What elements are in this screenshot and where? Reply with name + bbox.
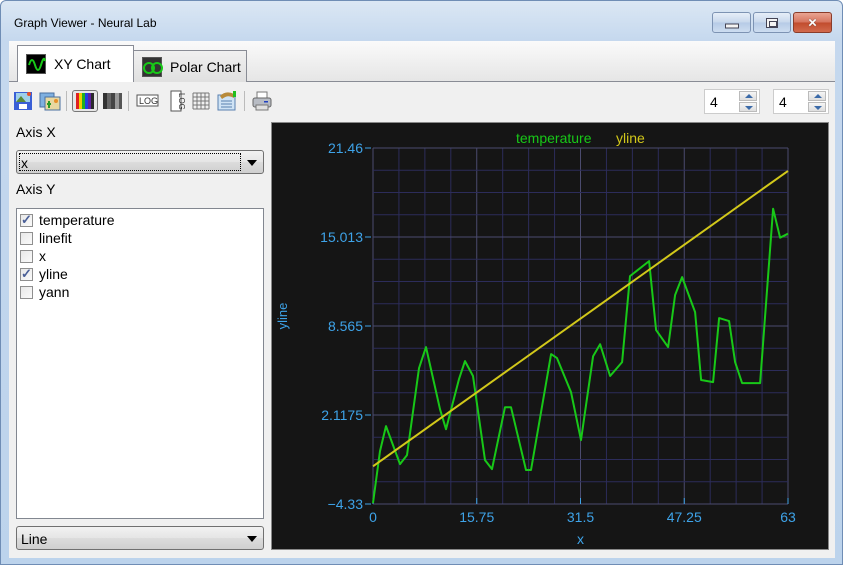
y-tick-label: 8.565	[328, 318, 363, 334]
copy-image-icon	[39, 92, 61, 111]
y-tick-label: −4.33	[328, 496, 364, 512]
gray-bars-icon	[103, 93, 122, 109]
legend-yline: yline	[616, 130, 645, 146]
list-item[interactable]: linefit	[20, 229, 72, 247]
printer-icon	[252, 91, 272, 111]
y-axis-label: yline	[275, 303, 290, 330]
save-image-button[interactable]	[12, 90, 34, 112]
toolbar-separator	[244, 91, 245, 111]
grid-icon	[192, 92, 210, 110]
title-bar[interactable]: Graph Viewer - Neural Lab ×	[1, 1, 842, 41]
x-tick-label: 0	[369, 509, 377, 525]
legend-temperature: temperature	[516, 130, 592, 146]
y-tick-label: 2.1175	[321, 407, 363, 423]
chevron-down-icon	[247, 160, 257, 166]
spin-up-button[interactable]	[808, 91, 826, 101]
properties-icon	[217, 91, 236, 111]
svg-text:LOG: LOG	[177, 93, 186, 110]
tab-label: XY Chart	[54, 56, 111, 72]
item-label: yann	[39, 284, 70, 300]
minimize-icon	[724, 23, 739, 28]
tab-polar-chart[interactable]: Polar Chart	[133, 50, 247, 82]
x-tick-label: 63	[780, 509, 796, 525]
checkbox-yline[interactable]	[20, 266, 33, 282]
y-divisions-value[interactable]: 4	[779, 94, 787, 110]
maximize-button[interactable]	[753, 12, 791, 33]
minimize-button[interactable]	[712, 12, 751, 33]
y-divisions-spinner[interactable]: 4	[773, 89, 829, 114]
copy-image-button[interactable]	[39, 90, 61, 112]
x-divisions-spinner[interactable]: 4	[704, 89, 760, 114]
item-label: linefit	[39, 230, 72, 246]
x-tick-label: 15.75	[459, 509, 494, 525]
y-tick-label: 15.013	[320, 229, 363, 245]
log-y-button[interactable]: LOG	[165, 90, 187, 112]
chevron-down-icon	[247, 536, 257, 542]
polar-chart-icon	[142, 56, 163, 77]
log-x-button[interactable]: LOG	[136, 90, 160, 112]
maximize-icon	[766, 17, 778, 28]
axis-y-list[interactable]: temperature linefit x yline yann	[16, 208, 264, 519]
grid-button[interactable]	[190, 90, 212, 112]
item-label: x	[39, 248, 46, 264]
toolbar-separator	[128, 91, 129, 111]
close-button[interactable]: ×	[793, 12, 832, 33]
svg-text:LOG: LOG	[139, 96, 158, 106]
chart-type-value: Line	[21, 531, 48, 547]
axis-x-value: x	[21, 155, 28, 171]
list-item[interactable]: yann	[20, 283, 69, 301]
spin-down-button[interactable]	[739, 102, 757, 112]
chart-type-select[interactable]: Line	[16, 526, 264, 550]
checkbox-yann[interactable]	[20, 285, 33, 299]
log-y-icon: LOG	[170, 90, 186, 112]
properties-button[interactable]	[216, 90, 238, 112]
axis-x-label: Axis X	[16, 124, 56, 140]
tab-bar: XY Chart Polar Chart	[9, 41, 835, 82]
list-item[interactable]: yline	[20, 265, 68, 283]
toolbar-separator	[66, 91, 67, 111]
spin-down-button[interactable]	[808, 102, 826, 112]
list-item[interactable]: x	[20, 247, 46, 265]
print-button[interactable]	[251, 90, 273, 112]
app-window: Graph Viewer - Neural Lab × XY Chart Pol…	[0, 0, 843, 565]
sine-wave-icon	[26, 54, 46, 74]
save-image-icon	[14, 92, 32, 110]
color-mode-button[interactable]	[72, 90, 98, 112]
x-tick-label: 47.25	[667, 509, 702, 525]
log-x-icon: LOG	[136, 94, 159, 107]
xy-chart[interactable]: −4.33 2.1175 8.565 15.013 21.46 0 15.75 31.5 47.…	[272, 123, 828, 549]
x-tick-label: 31.5	[567, 509, 594, 525]
axis-y-label: Axis Y	[16, 181, 56, 197]
tab-label: Polar Chart	[170, 58, 241, 75]
color-bars-icon	[76, 93, 94, 109]
grayscale-mode-button[interactable]	[101, 90, 123, 112]
window-title: Graph Viewer - Neural Lab	[14, 16, 157, 30]
chart-panel[interactable]: −4.33 2.1175 8.565 15.013 21.46 0 15.75 31.5 47.…	[271, 122, 829, 550]
close-icon: ×	[808, 14, 817, 31]
item-label: yline	[39, 266, 68, 282]
focus-rect	[19, 153, 241, 171]
axis-x-select[interactable]: x	[16, 150, 264, 174]
list-item[interactable]: temperature	[20, 211, 114, 229]
checkbox-temperature[interactable]	[20, 212, 33, 228]
x-axis-label: x	[577, 531, 584, 547]
checkbox-linefit[interactable]	[20, 231, 33, 245]
y-tick-label: 21.46	[328, 140, 363, 156]
client-area: XY Chart Polar Chart LOG LOG 4 4 Axis X …	[9, 41, 835, 558]
tab-xy-chart[interactable]: XY Chart	[17, 45, 134, 82]
checkbox-x[interactable]	[20, 249, 33, 263]
spin-up-button[interactable]	[739, 91, 757, 101]
x-divisions-value[interactable]: 4	[710, 94, 718, 110]
item-label: temperature	[39, 212, 115, 228]
